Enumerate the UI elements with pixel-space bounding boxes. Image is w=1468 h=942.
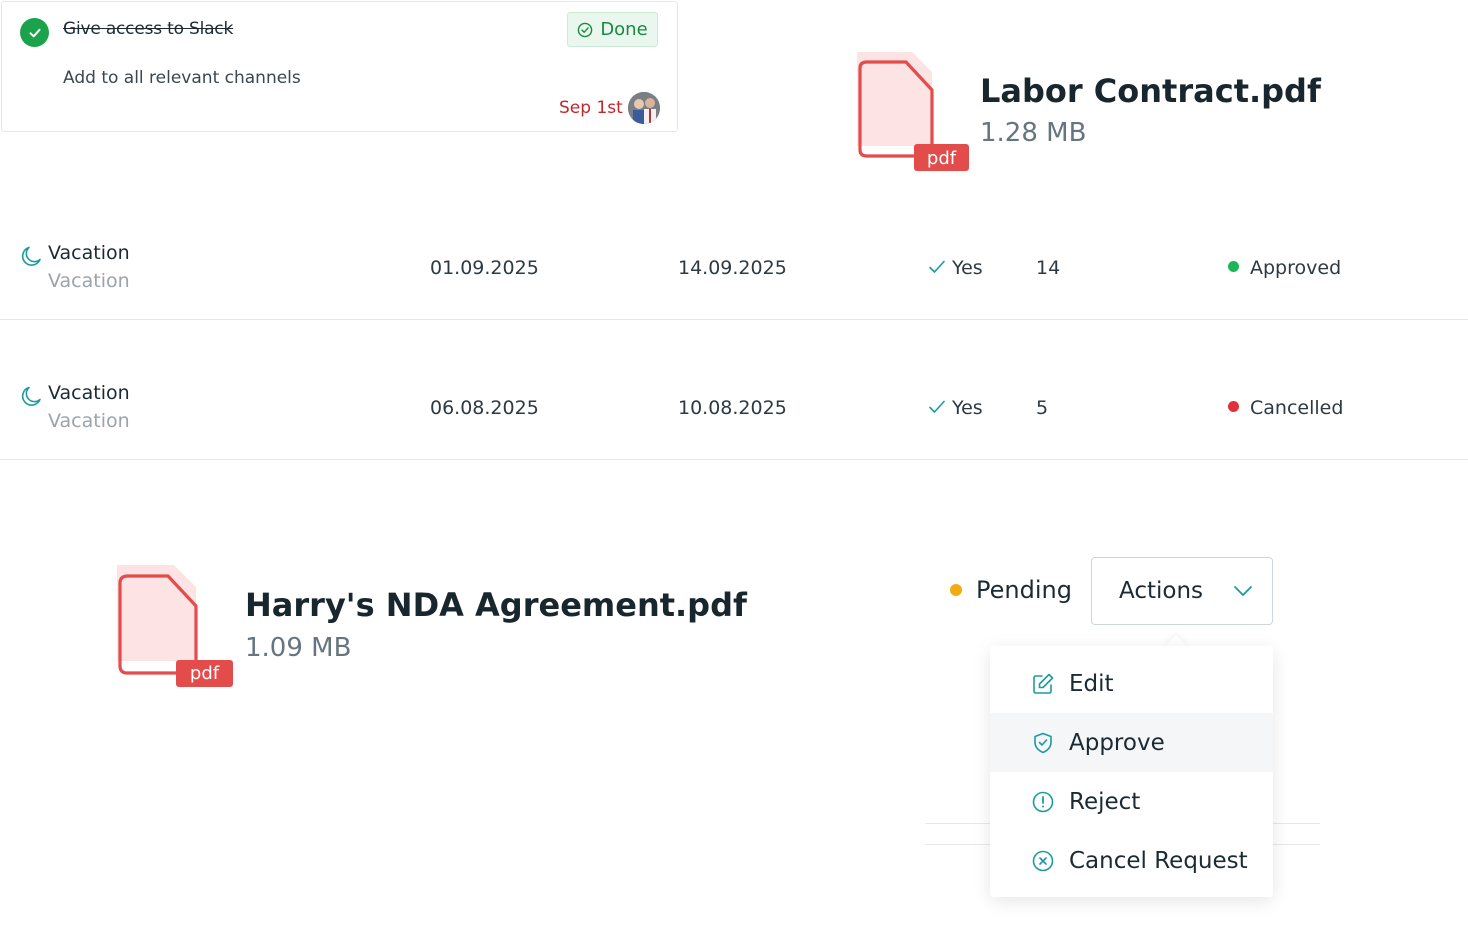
start-date: 01.09.2025 [430, 257, 539, 279]
file-size: 1.28 MB [980, 118, 1087, 148]
menu-item-reject[interactable]: Reject [990, 772, 1273, 831]
menu-item-cancel-request[interactable]: Cancel Request [990, 831, 1273, 890]
task-status-label: Done [600, 19, 648, 40]
task-complete-check-icon[interactable] [20, 18, 49, 47]
moon-icon [20, 244, 44, 273]
alert-circle-icon [1032, 791, 1054, 812]
status-label: Approved [1250, 257, 1342, 279]
chevron-down-icon [1234, 586, 1252, 596]
menu-item-approve[interactable]: Approve [990, 713, 1273, 772]
assignee-avatar[interactable] [628, 92, 660, 124]
actions-label: Actions [1119, 578, 1204, 604]
status-dot [950, 584, 962, 596]
actions-dropdown-button[interactable]: Actions [1091, 557, 1273, 625]
status-label: Cancelled [1250, 397, 1344, 419]
file-name[interactable]: Harry's NDA Agreement.pdf [245, 586, 747, 624]
paid-cell: Yes [928, 257, 983, 279]
x-circle-icon [1032, 850, 1054, 871]
request-status: Pending [950, 576, 1072, 604]
status-cell: Approved [1228, 257, 1341, 279]
leave-subtype: Vacation [48, 410, 130, 432]
menu-item-label: Edit [1069, 670, 1114, 697]
end-date: 14.09.2025 [678, 257, 787, 279]
checkmark-icon [929, 260, 945, 273]
paid-value: Yes [952, 257, 983, 279]
pdf-badge: pdf [926, 148, 957, 169]
days-count: 5 [1036, 397, 1049, 419]
shield-check-icon [1034, 732, 1052, 753]
task-due-date: Sep 1st [559, 98, 623, 118]
menu-item-edit[interactable]: Edit [990, 654, 1273, 713]
actions-menu: Edit Approve Reject Cancel Request [990, 646, 1273, 897]
leave-type: Vacation [48, 242, 130, 264]
file-size: 1.09 MB [245, 633, 352, 663]
table-row[interactable]: Vacation Vacation 06.08.2025 10.08.2025 … [0, 320, 1468, 460]
status-dot [1228, 261, 1239, 272]
leave-subtype: Vacation [48, 270, 130, 292]
task-status-badge: Done [567, 12, 658, 47]
task-description: Add to all relevant channels [63, 68, 301, 88]
table-row[interactable]: Vacation Vacation 01.09.2025 14.09.2025 … [0, 180, 1468, 320]
request-status-label: Pending [976, 576, 1072, 604]
paid-value: Yes [952, 397, 983, 419]
pdf-badge: pdf [189, 663, 220, 684]
start-date: 06.08.2025 [430, 397, 539, 419]
end-date: 10.08.2025 [678, 397, 787, 419]
edit-icon [1033, 673, 1054, 694]
task-title: Give access to Slack [63, 19, 234, 39]
file-name[interactable]: Labor Contract.pdf [980, 72, 1321, 110]
days-count: 14 [1036, 257, 1061, 279]
moon-icon [20, 384, 44, 413]
leave-type: Vacation [48, 382, 130, 404]
menu-item-label: Reject [1069, 788, 1141, 815]
status-cell: Cancelled [1228, 397, 1343, 419]
check-circle-icon [578, 22, 593, 37]
paid-cell: Yes [928, 397, 983, 419]
checkmark-icon [929, 400, 945, 413]
menu-item-label: Cancel Request [1069, 847, 1248, 874]
status-dot [1228, 401, 1239, 412]
menu-item-label: Approve [1069, 729, 1165, 756]
